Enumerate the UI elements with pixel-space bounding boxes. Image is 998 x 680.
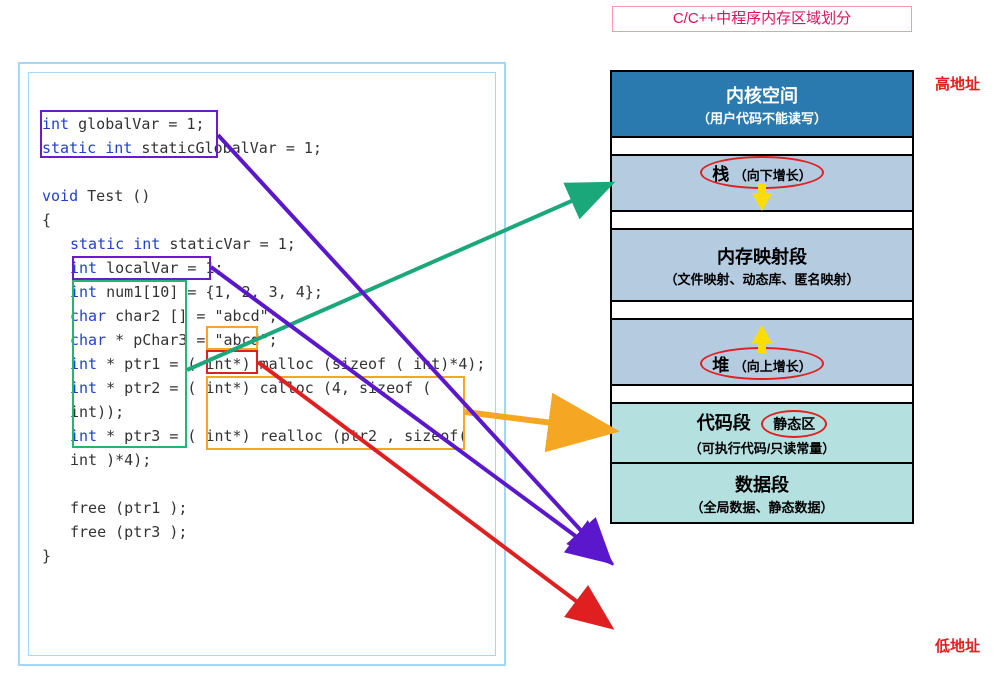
mem-name: 内核空间 <box>726 82 798 108</box>
mem-name: 代码段 <box>697 413 751 433</box>
mem-sub: （可执行代码/只读常量） <box>689 438 836 457</box>
code-text: free (ptr1 ); <box>70 496 492 520</box>
keyword: void <box>42 187 78 205</box>
diagram-title: C/C++中程序内存区域划分 <box>612 6 912 32</box>
mem-region-kernel: 内核空间 （用户代码不能读写） <box>612 72 912 138</box>
low-address-label: 低地址 <box>935 635 980 656</box>
code-text: { <box>42 208 492 232</box>
code-text: free (ptr3 ); <box>70 520 492 544</box>
mem-region-data: 数据段 （全局数据、静态数据） <box>612 464 912 522</box>
mem-note: （向上增长） <box>734 359 812 374</box>
mem-region-code: 代码段 静态区 （可执行代码/只读常量） <box>612 404 912 464</box>
mem-region-heap: 堆 （向上增长） <box>612 320 912 386</box>
highlight-strlit1-box <box>206 326 258 350</box>
memory-layout-diagram: 内核空间 （用户代码不能读写） 栈 （向下增长） 内存映射段 （文件映射、动态库… <box>610 70 914 524</box>
code-text: Test () <box>78 187 150 205</box>
mem-sub: （全局数据、静态数据） <box>690 497 833 516</box>
arrow-down-icon <box>752 193 772 211</box>
highlight-locals-box <box>72 280 187 448</box>
mem-gap <box>612 386 912 404</box>
high-address-label: 高地址 <box>935 73 980 94</box>
highlight-heap-box <box>206 376 465 450</box>
mem-region-stack: 栈 （向下增长） <box>612 156 912 212</box>
code-text: } <box>42 544 492 568</box>
mem-gap <box>612 212 912 230</box>
mem-sub: （用户代码不能读写） <box>697 108 827 127</box>
code-text: staticVar = 1; <box>160 235 295 253</box>
mem-name: 数据段 <box>735 471 789 497</box>
mem-gap <box>612 302 912 320</box>
static-badge-oval: 静态区 <box>761 410 827 438</box>
mem-sub: （文件映射、动态库、匿名映射） <box>664 269 859 288</box>
mem-region-mmap: 内存映射段 （文件映射、动态库、匿名映射） <box>612 230 912 302</box>
mem-name: 栈 <box>712 165 729 184</box>
highlight-strlit2-box <box>206 350 258 374</box>
mem-name: 内存映射段 <box>717 243 807 269</box>
arrow-up-icon <box>752 325 772 343</box>
mem-gap <box>612 138 912 156</box>
highlight-staticvar-box <box>72 256 211 280</box>
mem-name: 堆 <box>712 356 729 375</box>
keyword: static int <box>70 235 160 253</box>
mem-note: （向下增长） <box>734 168 812 183</box>
highlight-globals-box <box>40 110 218 158</box>
